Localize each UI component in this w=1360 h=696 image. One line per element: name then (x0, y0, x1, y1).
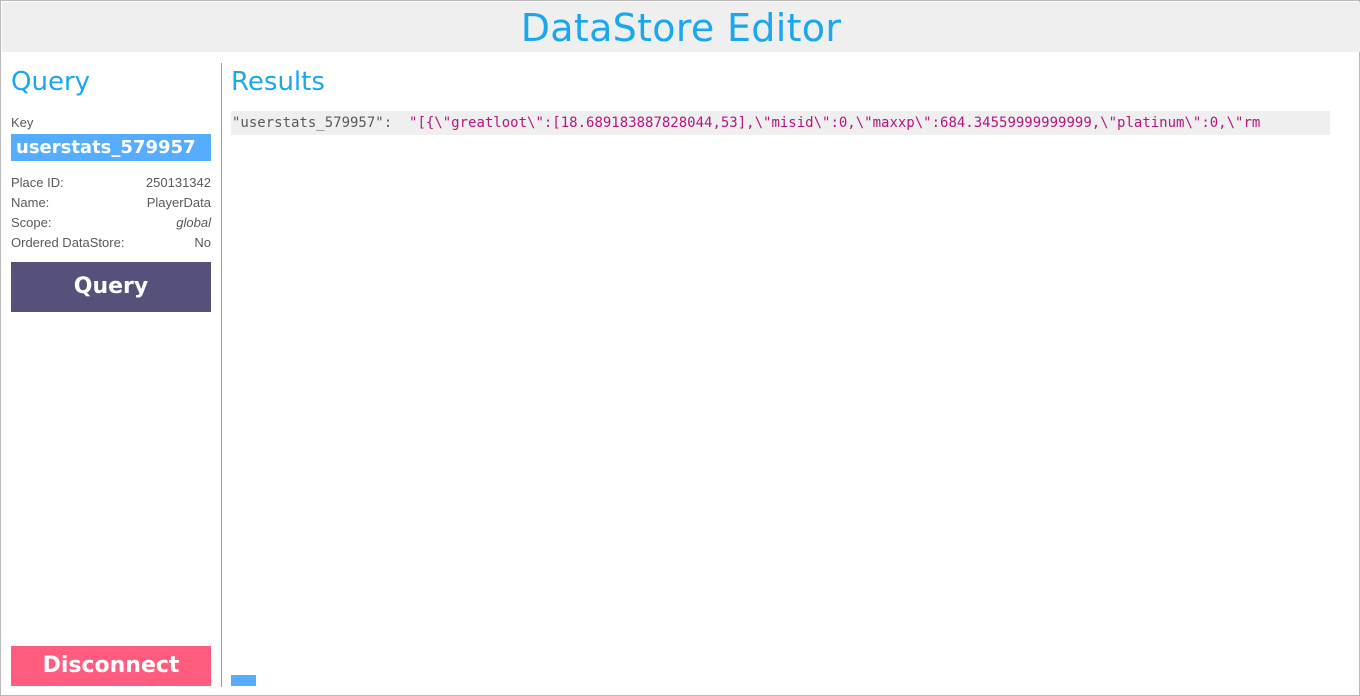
disconnect-button[interactable]: Disconnect (11, 646, 211, 686)
title-bar: DataStore Editor (2, 2, 1360, 52)
app-title: DataStore Editor (520, 6, 842, 50)
name-row: Name: PlayerData (11, 195, 211, 213)
app-window: DataStore Editor Query Key Place ID: 250… (0, 0, 1360, 696)
result-value[interactable]: "[{\"greatloot\":[18.689183887828044,53]… (409, 115, 1260, 131)
query-button[interactable]: Query (11, 262, 211, 312)
key-input[interactable] (11, 134, 211, 161)
key-label: Key (11, 115, 34, 130)
ordered-datastore-label: Ordered DataStore: (11, 235, 125, 250)
results-heading: Results (231, 67, 325, 97)
scope-label: Scope: (11, 215, 52, 230)
horizontal-scrollbar-thumb[interactable] (231, 675, 256, 686)
place-id-value: 250131342 (145, 175, 211, 190)
place-id-row: Place ID: 250131342 (11, 175, 211, 193)
panel-divider (221, 63, 222, 687)
name-label: Name: (11, 195, 50, 210)
result-row[interactable]: "userstats_579957": "[{\"greatloot\":[18… (231, 111, 1330, 135)
ordered-datastore-value: No (194, 235, 211, 250)
scope-value: global (176, 215, 211, 230)
ordered-datastore-row: Ordered DataStore: No (11, 235, 211, 253)
result-key: "userstats_579957": (232, 115, 393, 131)
query-heading: Query (11, 67, 91, 97)
place-id-label: Place ID: (11, 175, 64, 190)
name-value: PlayerData (146, 195, 211, 210)
scope-row: Scope: global (11, 215, 211, 233)
